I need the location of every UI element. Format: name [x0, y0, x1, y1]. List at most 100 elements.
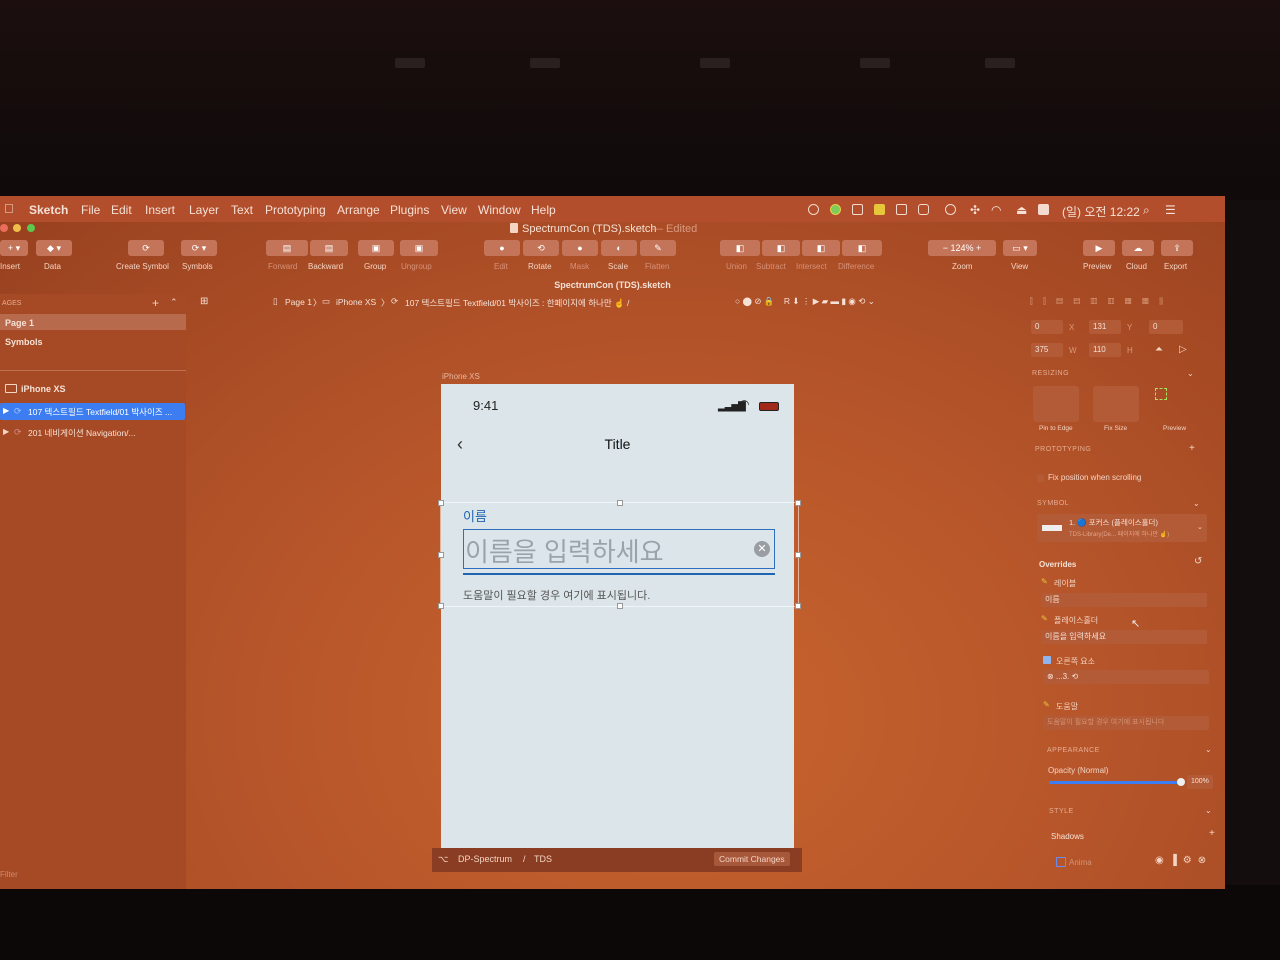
- resize-handle[interactable]: [617, 603, 623, 609]
- width-field[interactable]: 375: [1031, 343, 1063, 357]
- window-close-button[interactable]: [0, 224, 8, 232]
- layer-artboard-iphone-xs[interactable]: iPhone XS: [21, 384, 66, 394]
- fix-size-control[interactable]: [1093, 386, 1139, 422]
- reset-overrides-icon[interactable]: ↺: [1194, 556, 1202, 567]
- create-symbol-button[interactable]: ⟳: [128, 240, 164, 256]
- disclosure-arrow-icon[interactable]: ▶: [3, 427, 9, 436]
- symbols-button[interactable]: ⟳ ▾: [181, 240, 217, 256]
- page-item-page-1[interactable]: Page 1: [5, 318, 34, 328]
- difference-button[interactable]: ◧: [842, 240, 882, 256]
- breadcrumb-artboard[interactable]: iPhone XS: [336, 297, 376, 307]
- window-minimize-button[interactable]: [13, 224, 21, 232]
- menu-view[interactable]: View: [441, 203, 467, 217]
- menu-app-name[interactable]: Sketch: [29, 203, 68, 217]
- subtract-button[interactable]: ◧: [762, 240, 800, 256]
- lock-ratio-icon[interactable]: ⏶: [1155, 344, 1163, 355]
- anima-label[interactable]: Anima: [1069, 858, 1092, 867]
- branch-name[interactable]: TDS: [534, 854, 552, 864]
- spotlight-search-icon[interactable]: ⌕: [1143, 203, 1150, 218]
- repo-name[interactable]: DP-Spectrum: [458, 854, 512, 864]
- vpn-icon[interactable]: [918, 204, 929, 215]
- add-shadow-icon[interactable]: +: [1209, 828, 1215, 839]
- opacity-slider-knob[interactable]: [1177, 778, 1185, 786]
- override-field-4[interactable]: 도움말이 필요할 경우 여기에 표시됩니다: [1043, 716, 1209, 730]
- input-source-icon[interactable]: [1038, 204, 1049, 215]
- chevron-down-icon[interactable]: ⌄: [1193, 499, 1200, 508]
- intersect-button[interactable]: ◧: [802, 240, 840, 256]
- rotation-field[interactable]: 0: [1149, 320, 1183, 334]
- window-zoom-button[interactable]: [27, 224, 35, 232]
- textfield-input[interactable]: 이름을 입력하세요 ✕: [463, 529, 775, 569]
- flatten-button[interactable]: ✎: [640, 240, 676, 256]
- resize-handle[interactable]: [438, 500, 444, 506]
- zoom-out-icon[interactable]: −: [943, 243, 948, 253]
- resize-handle[interactable]: [795, 552, 801, 558]
- flip-icon[interactable]: ▷: [1179, 344, 1187, 355]
- record-icon[interactable]: [808, 204, 819, 215]
- data-button[interactable]: ◆ ▾: [36, 240, 72, 256]
- book-icon[interactable]: [896, 204, 907, 215]
- apple-icon[interactable]: : [4, 201, 14, 216]
- layer-row-selected[interactable]: ▶ ⟳ 107 텍스트필드 Textfield/01 박사이즈 ...: [0, 403, 185, 420]
- backward-button[interactable]: ▤: [310, 240, 348, 256]
- chevron-down-icon[interactable]: ⌄: [1187, 369, 1194, 378]
- opacity-value[interactable]: 100%: [1187, 775, 1213, 789]
- symbol-picker[interactable]: 1. 🔵 포커스 (플레이스홀더) TDS-Library(De... 페이지에…: [1037, 514, 1207, 542]
- opacity-label[interactable]: Opacity (Normal): [1048, 766, 1108, 775]
- anima-tools-icons[interactable]: ◉▐⚙⊗: [1155, 855, 1212, 866]
- menu-arrange[interactable]: Arrange: [337, 203, 380, 217]
- ungroup-button[interactable]: ▣: [400, 240, 438, 256]
- resize-handle[interactable]: [438, 603, 444, 609]
- override-field-1[interactable]: 이름: [1041, 593, 1207, 607]
- chevron-down-icon[interactable]: ⌄: [1205, 745, 1212, 754]
- cloud-button[interactable]: ☁: [1122, 240, 1154, 256]
- clear-icon[interactable]: ✕: [754, 541, 770, 557]
- menu-layer[interactable]: Layer: [189, 203, 219, 217]
- dropbox-icon[interactable]: [852, 204, 863, 215]
- export-button[interactable]: ⇪: [1161, 240, 1193, 256]
- artboard-title[interactable]: iPhone XS: [442, 372, 480, 381]
- notification-center-icon[interactable]: ☰: [1165, 203, 1176, 217]
- edit-button[interactable]: ●: [484, 240, 520, 256]
- collapse-pages-icon[interactable]: ⌃: [170, 297, 178, 308]
- menu-help[interactable]: Help: [531, 203, 556, 217]
- menu-text[interactable]: Text: [231, 203, 253, 217]
- grid-icon[interactable]: ⊞: [200, 296, 208, 307]
- menu-prototyping[interactable]: Prototyping: [265, 203, 326, 217]
- add-page-icon[interactable]: +: [152, 296, 159, 310]
- scale-button[interactable]: ◐: [601, 240, 637, 256]
- menubar-clock[interactable]: (일) 오전 12:22: [1062, 203, 1140, 220]
- chevron-down-icon[interactable]: ⌄: [1205, 806, 1212, 815]
- plugin-toolbar-icons[interactable]: ○ ⬤ ⊘ 🔒 R ⬇ ⋮ ▶ ▰ ▬ ▮ ◉ ⟲ ⌄: [735, 296, 875, 307]
- resize-handle[interactable]: [795, 603, 801, 609]
- layer-item-navigation[interactable]: 201 네비게이션 Navigation/...: [28, 427, 136, 439]
- breadcrumb-page[interactable]: Page 1: [285, 297, 312, 307]
- union-button[interactable]: ◧: [720, 240, 760, 256]
- menu-plugins[interactable]: Plugins: [390, 203, 429, 217]
- resize-handle[interactable]: [617, 500, 623, 506]
- app-status-icon[interactable]: [830, 204, 841, 215]
- override-field-2[interactable]: 이름을 입력하세요: [1041, 630, 1207, 644]
- time-machine-icon[interactable]: [945, 204, 956, 215]
- bluetooth-icon[interactable]: ✣: [970, 203, 980, 217]
- forward-button[interactable]: ▤: [266, 240, 308, 256]
- zoom-control[interactable]: − 124% +: [928, 240, 996, 256]
- disclosure-arrow-icon[interactable]: ▶: [3, 406, 9, 415]
- resize-handle[interactable]: [795, 500, 801, 506]
- add-prototyping-icon[interactable]: +: [1189, 443, 1195, 454]
- rotate-button[interactable]: ⟲: [523, 240, 559, 256]
- breadcrumb-symbol[interactable]: 107 텍스트필드 Textfield/01 박사이즈 : 한페이지에 하나만 …: [405, 297, 629, 309]
- align-tools-icons[interactable]: ⫿ ⫿ ▤ ▤ ▥ ▥ ▦ ▦ ⫼: [1030, 296, 1167, 307]
- menu-insert[interactable]: Insert: [145, 203, 175, 217]
- wifi-icon[interactable]: ◠: [991, 203, 1001, 217]
- pin-to-edge-control[interactable]: [1033, 386, 1079, 422]
- group-button[interactable]: ▣: [358, 240, 394, 256]
- y-field[interactable]: 131: [1089, 320, 1121, 334]
- view-button[interactable]: ▭ ▾: [1003, 240, 1037, 256]
- commit-changes-button[interactable]: Commit Changes: [714, 852, 790, 866]
- mask-button[interactable]: ●: [562, 240, 598, 256]
- chevron-down-icon[interactable]: ⌄: [1197, 523, 1203, 531]
- opacity-slider[interactable]: [1049, 778, 1185, 786]
- height-field[interactable]: 110: [1089, 343, 1121, 357]
- insert-button[interactable]: + ▾: [0, 240, 28, 256]
